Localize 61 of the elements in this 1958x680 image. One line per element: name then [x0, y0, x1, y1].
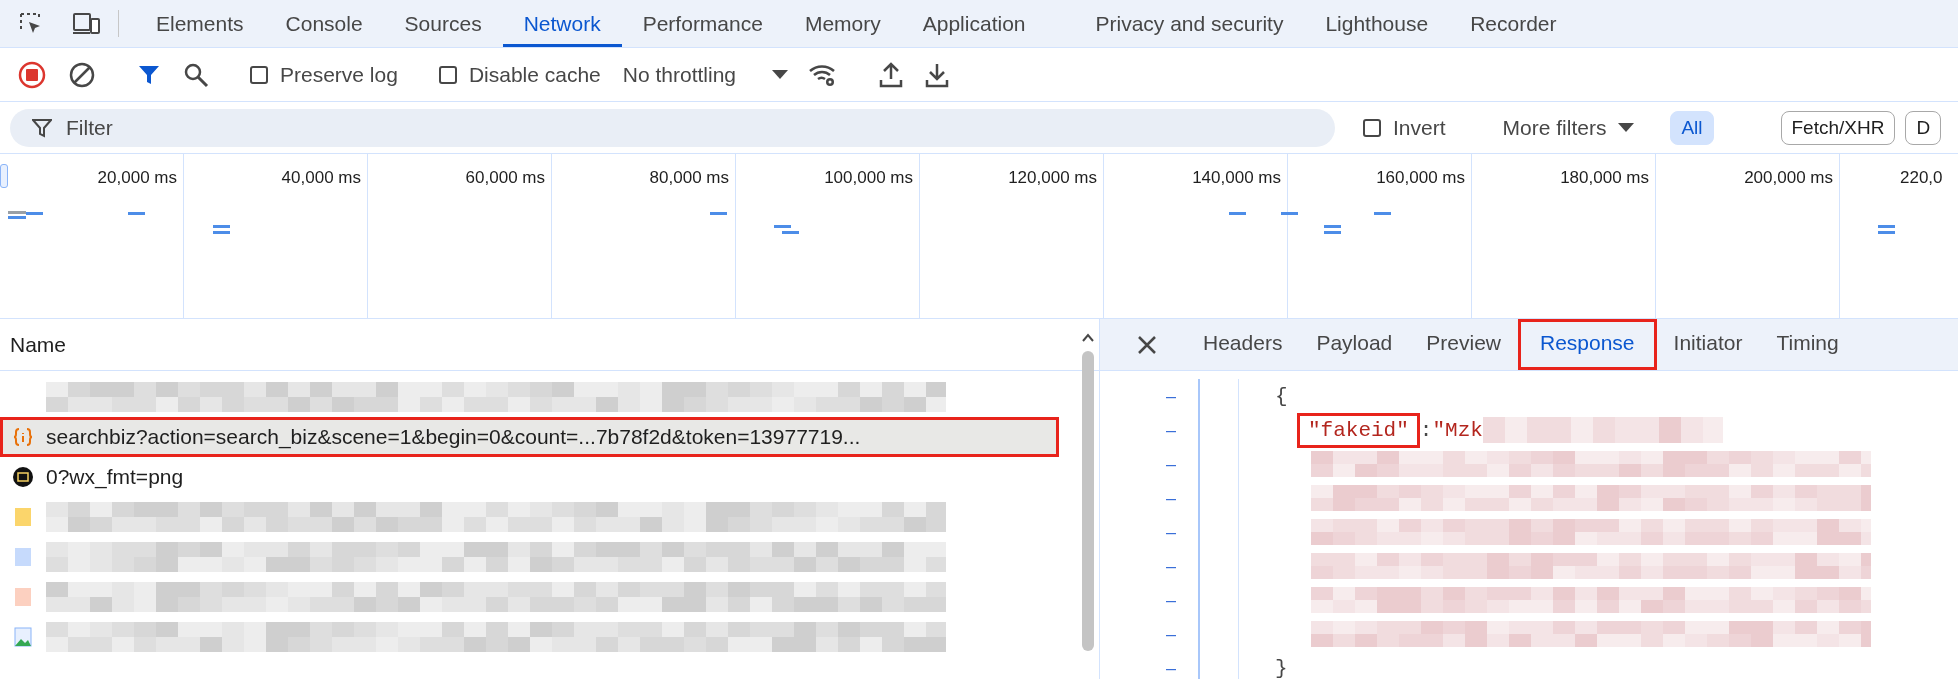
code-text: : — [1419, 418, 1433, 442]
time-tick-label: 160,000 ms — [1376, 168, 1465, 188]
panel-tab[interactable]: Console — [264, 3, 384, 47]
upload-icon[interactable] — [879, 61, 904, 88]
panel-tab[interactable]: Recorder — [1449, 3, 1578, 47]
image-icon — [12, 466, 34, 488]
file-icon — [12, 546, 34, 568]
time-tick-label: 80,000 ms — [649, 168, 729, 188]
time-tick-label: 120,000 ms — [1008, 168, 1097, 188]
panel-tab[interactable]: Sources — [383, 3, 503, 47]
panel-tab[interactable]: Privacy and security — [1074, 3, 1305, 47]
clear-icon[interactable] — [68, 60, 96, 89]
detail-tab[interactable]: Preview — [1409, 319, 1518, 370]
braces-icon — [12, 426, 34, 448]
type-filter-chip[interactable]: All — [1670, 110, 1714, 145]
device-toolbar-icon[interactable] — [72, 11, 102, 37]
checkbox[interactable]: Disable cache — [438, 62, 601, 87]
close-icon[interactable] — [1136, 334, 1158, 356]
column-header[interactable]: Name — [10, 332, 67, 357]
time-tick-label: 140,000 ms — [1192, 168, 1281, 188]
time-tick-label: 60,000 ms — [465, 168, 545, 188]
caret-icon — [1618, 122, 1635, 133]
caret-icon — [772, 69, 789, 80]
time-tick-label: 100,000 ms — [824, 168, 913, 188]
download-icon[interactable] — [925, 61, 950, 88]
type-filter-chip[interactable]: D — [1905, 110, 1942, 145]
panel-tab[interactable]: Network — [502, 3, 622, 47]
image-icon — [12, 626, 34, 648]
throttling-dropdown[interactable]: No throttling — [622, 62, 789, 87]
checkbox[interactable]: Invert — [1363, 115, 1446, 140]
request-row[interactable]: 0?wx_fmt=png — [0, 457, 1077, 497]
panel-tab[interactable]: Performance — [621, 3, 784, 47]
time-tick-label: 200,000 ms — [1744, 168, 1833, 188]
checkbox[interactable]: Preserve log — [250, 62, 398, 87]
range-handle[interactable] — [0, 164, 8, 188]
panel-tab[interactable]: Elements — [135, 3, 265, 47]
more-filters-dropdown[interactable]: More filters — [1502, 115, 1635, 140]
panel-tab[interactable]: Memory — [783, 3, 902, 47]
detail-tab[interactable]: Timing — [1759, 319, 1856, 370]
time-tick-label: 180,000 ms — [1560, 168, 1649, 188]
code-text: { — [1275, 384, 1288, 408]
record-button[interactable] — [18, 60, 46, 89]
panel-tab[interactable]: Application — [901, 3, 1047, 47]
panel-tab[interactable]: Lighthouse — [1304, 3, 1450, 47]
time-tick-label: 20,000 ms — [97, 168, 177, 188]
type-filter-chip[interactable]: Fetch/XHR — [1780, 110, 1896, 145]
code-text: } — [1275, 656, 1288, 679]
detail-tab[interactable]: Headers — [1186, 319, 1300, 370]
file-icon — [12, 586, 34, 608]
detail-tab[interactable]: Initiator — [1656, 319, 1760, 370]
filter-icon — [32, 117, 52, 138]
time-tick-label: 40,000 ms — [281, 168, 361, 188]
search-icon[interactable] — [183, 61, 209, 88]
json-key: "fakeid" — [1297, 412, 1420, 448]
json-value: "Mzk — [1432, 418, 1483, 442]
file-icon — [12, 506, 34, 528]
filter-field[interactable]: Filter — [10, 108, 1335, 147]
request-row[interactable]: searchbiz?action=search_biz&scene=1&begin=0&count=...7b78f2d&token=13977719... — [0, 417, 1059, 457]
detail-tab[interactable]: Response — [1518, 319, 1657, 370]
time-tick-label: 220,0 — [1900, 168, 1943, 188]
detail-tab[interactable]: Payload — [1299, 319, 1410, 370]
